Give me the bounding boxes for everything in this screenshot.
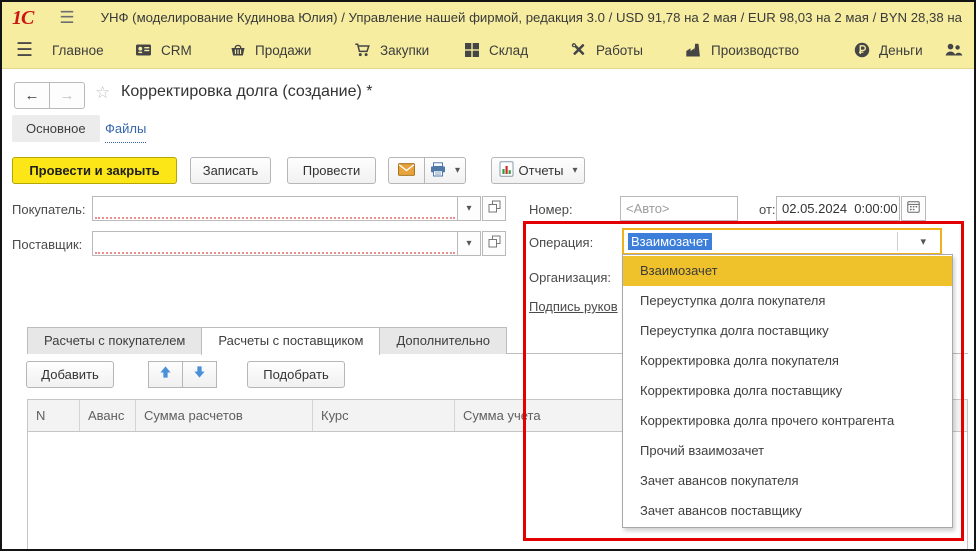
window-titlebar: 1С ☰ УНФ (моделирование Кудинова Юлия) /… — [2, 2, 974, 34]
move-up-button[interactable] — [148, 361, 183, 388]
calendar-icon — [907, 200, 920, 218]
sections-menu-icon[interactable]: ☰ — [16, 33, 33, 67]
dropdown-item[interactable]: Переуступка долга поставщику — [623, 316, 952, 346]
email-button[interactable] — [388, 157, 425, 184]
menu-item-personnel[interactable] — [944, 33, 963, 67]
crm-card-icon — [135, 42, 152, 58]
menu-item-label: Производство — [711, 43, 799, 58]
print-button[interactable]: ▾ — [424, 157, 466, 184]
caret-down-icon: ▾ — [572, 165, 577, 176]
report-icon — [499, 161, 514, 180]
column-header-settlement-amount[interactable]: Сумма расчетов — [136, 400, 313, 431]
buyer-dropdown-button[interactable]: ▾ — [457, 196, 481, 221]
number-input[interactable]: <Авто> — [620, 196, 738, 221]
tab-settlements-supplier[interactable]: Расчеты с поставщиком — [201, 327, 380, 355]
buyer-input[interactable] — [92, 196, 458, 221]
menu-item-label: Работы — [596, 43, 643, 58]
dropdown-item[interactable]: Корректировка долга покупателя — [623, 346, 952, 376]
menu-item-label: CRM — [161, 43, 192, 58]
back-button[interactable]: ← — [14, 82, 50, 109]
menu-item-label: Главное — [52, 43, 104, 58]
open-link-icon — [488, 235, 501, 253]
open-link-icon — [488, 200, 501, 218]
menu-item-label: Склад — [489, 43, 528, 58]
tab-main-osnovnoe[interactable]: Основное — [12, 115, 100, 142]
date-label: от: — [759, 202, 776, 217]
menu-item-money[interactable]: Деньги — [854, 33, 923, 67]
caret-down-icon[interactable]: ▾ — [920, 235, 926, 248]
column-header-advance[interactable]: Аванс — [80, 400, 136, 431]
organization-label: Организация: — [529, 270, 611, 285]
app-window: 1С ☰ УНФ (моделирование Кудинова Юлия) /… — [0, 0, 976, 551]
printer-icon — [430, 162, 446, 180]
dropdown-item[interactable]: Корректировка долга прочего контрагента — [623, 406, 952, 436]
supplier-open-button[interactable] — [482, 231, 506, 256]
arrow-up-icon — [159, 365, 172, 384]
menu-item-works[interactable]: Работы — [570, 33, 643, 67]
tab-additional[interactable]: Дополнительно — [379, 327, 507, 354]
number-label: Номер: — [529, 202, 573, 217]
dropdown-item[interactable]: Зачет авансов покупателя — [623, 466, 952, 496]
arrow-down-icon — [193, 365, 206, 384]
menu-item-main[interactable]: Главное — [52, 33, 104, 67]
column-header-n[interactable]: N — [28, 400, 80, 431]
post-button[interactable]: Провести — [287, 157, 376, 184]
number-placeholder: <Авто> — [626, 201, 670, 216]
1c-logo-icon: 1С — [12, 8, 33, 28]
dropdown-item[interactable]: Взаимозачет — [623, 256, 952, 286]
envelope-icon — [398, 163, 415, 179]
buyer-label: Покупатель: — [12, 202, 85, 217]
menu-item-label: Деньги — [879, 43, 923, 58]
supplier-dropdown-button[interactable]: ▾ — [457, 231, 481, 256]
dropdown-item[interactable]: Переуступка долга покупателя — [623, 286, 952, 316]
forward-button[interactable]: → — [49, 82, 85, 109]
post-and-close-button[interactable]: Провести и закрыть — [12, 157, 177, 184]
basket-icon — [230, 42, 246, 58]
sections-menubar: ☰ Главное CRM Продажи Закупки Склад Рабо… — [2, 33, 974, 69]
detail-tabs: Расчеты с покупателем Расчеты с поставщи… — [27, 327, 506, 355]
menu-item-purchases[interactable]: Закупки — [354, 33, 429, 67]
operation-label: Операция: — [529, 235, 593, 250]
move-down-button[interactable] — [182, 361, 217, 388]
menu-item-sales[interactable]: Продажи — [230, 33, 311, 67]
calendar-button[interactable] — [901, 196, 926, 221]
pick-button[interactable]: Подобрать — [247, 361, 345, 388]
main-hamburger-icon[interactable]: ☰ — [59, 8, 74, 28]
save-button[interactable]: Записать — [190, 157, 271, 184]
operation-combobox[interactable]: Взаимозачет ▾ — [622, 228, 942, 255]
menu-item-label: Закупки — [380, 43, 429, 58]
manager-signature-link[interactable]: Подпись руков — [529, 299, 618, 314]
add-row-button[interactable]: Добавить — [26, 361, 114, 388]
page-title: Корректировка долга (создание) * — [121, 83, 373, 101]
tab-settlements-buyer[interactable]: Расчеты с покупателем — [27, 327, 202, 354]
menu-item-production[interactable]: Производство — [685, 33, 799, 67]
menu-item-label: Продажи — [255, 43, 311, 58]
caret-down-icon: ▾ — [455, 165, 460, 176]
menu-item-warehouse[interactable]: Склад — [464, 33, 528, 67]
menu-item-crm[interactable]: CRM — [135, 33, 192, 67]
buyer-open-button[interactable] — [482, 196, 506, 221]
tab-main-faily[interactable]: Файлы — [105, 115, 146, 143]
column-header-rate[interactable]: Курс — [313, 400, 455, 431]
grid-icon — [464, 42, 480, 58]
dropdown-item[interactable]: Прочий взаимозачет — [623, 436, 952, 466]
ruble-icon — [854, 42, 870, 58]
favorite-star-icon[interactable]: ☆ — [95, 84, 110, 101]
dropdown-item[interactable]: Корректировка долга поставщику — [623, 376, 952, 406]
supplier-input[interactable] — [92, 231, 458, 256]
tools-icon — [570, 42, 587, 58]
supplier-label: Поставщик: — [12, 237, 82, 252]
operation-selected-value: Взаимозачет — [628, 233, 712, 250]
dropdown-item[interactable]: Зачет авансов поставщику — [623, 496, 952, 526]
cart-icon — [354, 42, 371, 58]
date-input[interactable]: 02.05.2024 0:00:00 — [776, 196, 900, 221]
people-icon — [944, 42, 963, 58]
reports-button[interactable]: Отчеты ▾ — [491, 157, 585, 184]
reports-label: Отчеты — [519, 163, 564, 178]
operation-dropdown-list: Взаимозачет Переуступка долга покупателя… — [622, 254, 953, 528]
factory-icon — [685, 42, 702, 58]
history-nav: ← → — [14, 82, 85, 109]
combo-divider — [897, 232, 898, 251]
window-title: УНФ (моделирование Кудинова Юлия) / Упра… — [101, 10, 962, 25]
